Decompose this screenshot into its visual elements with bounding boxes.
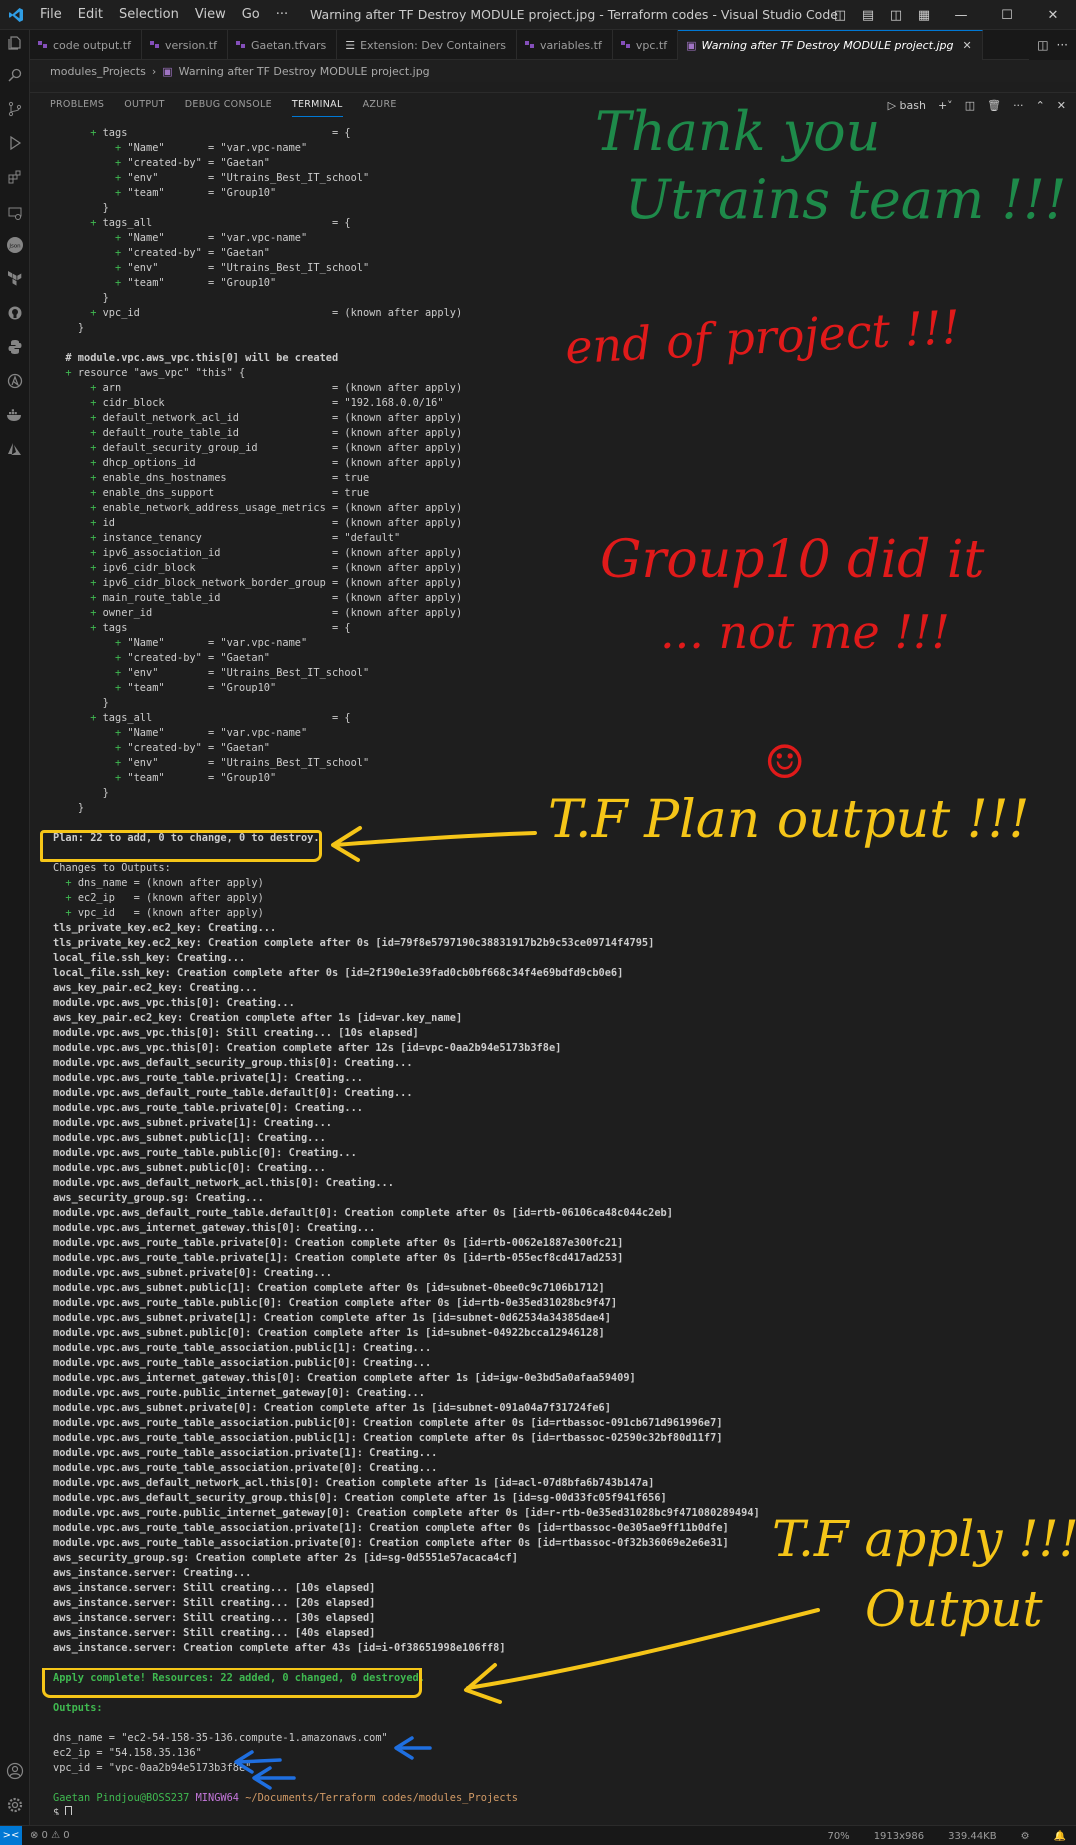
notifications-icon[interactable]: 🔔 (1054, 1831, 1066, 1842)
plan-arrow-icon (333, 831, 537, 847)
problems-indicator[interactable]: ⊗ 0 ⚠ 0 (30, 1830, 70, 1841)
annotation-arrows (234, 826, 820, 1790)
file-size: 339.44KB (948, 1830, 997, 1842)
remote-label: >< (2, 1830, 20, 1841)
accounts-icon[interactable]: ⚙ (1021, 1831, 1030, 1842)
apply-arrow-icon (466, 1608, 820, 1690)
image-dimensions: 1913x986 (873, 1830, 925, 1842)
status-bar: >< ⊗ 0 ⚠ 0 70% 1913x986 339.44KB ⚙ 🔔 (0, 1825, 1076, 1845)
ec2-ip-arrow-icon (236, 1758, 282, 1764)
remote-indicator[interactable]: >< (0, 1825, 22, 1845)
zoom-level[interactable]: 70% (827, 1831, 849, 1842)
